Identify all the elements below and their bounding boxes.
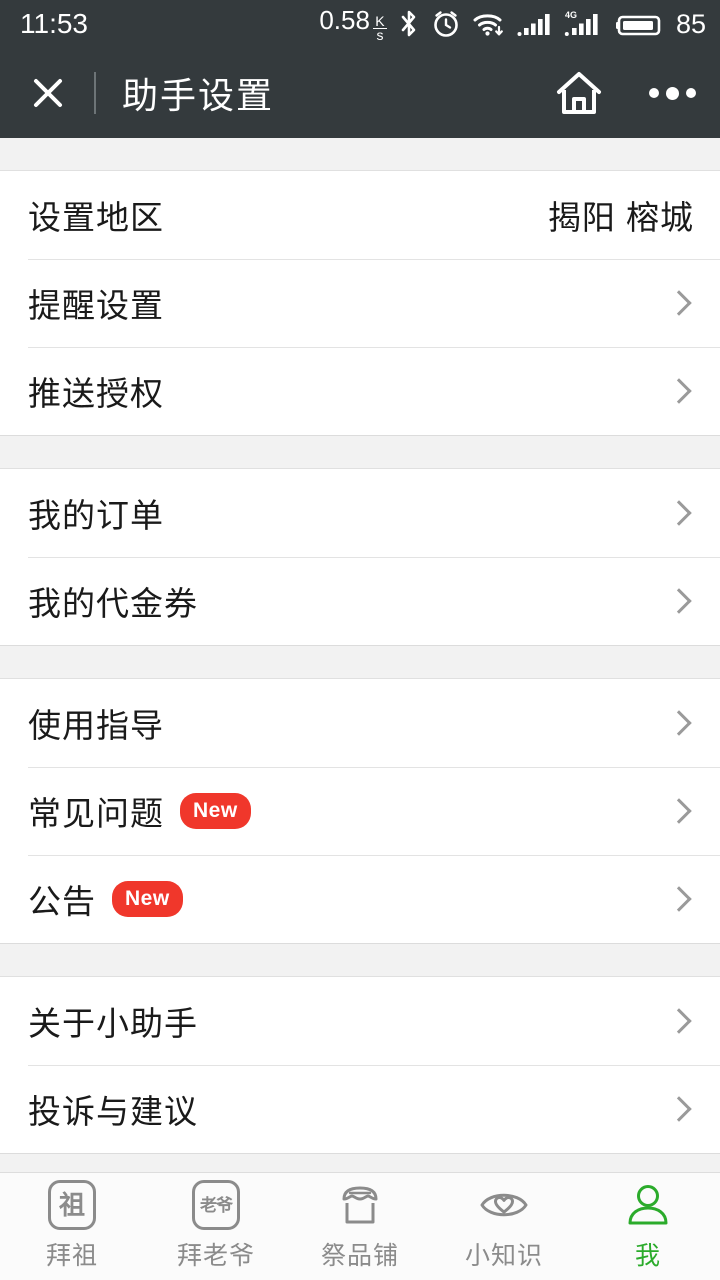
settings-row[interactable]: 使用指导	[0, 679, 720, 767]
tab-icon-wrap	[478, 1181, 530, 1229]
settings-row[interactable]: 常见问题 New	[0, 767, 720, 855]
group-spacer	[0, 138, 720, 170]
settings-group: 我的订单 我的代金券	[0, 468, 720, 646]
settings-row-right	[666, 710, 694, 736]
tab-label: 小知识	[464, 1242, 543, 1270]
settings-row[interactable]: 我的代金券	[0, 557, 720, 645]
settings-row-label: 我的代金券	[28, 585, 198, 622]
chevron-right-icon	[666, 378, 692, 404]
settings-row-label: 我的订单	[28, 497, 164, 534]
battery-icon	[615, 15, 661, 36]
title-divider	[94, 72, 96, 114]
settings-row-right	[666, 1096, 694, 1122]
status-indicators: 0.58 K s 4G 85	[319, 5, 706, 44]
settings-row-right	[666, 1008, 694, 1034]
wifi-icon	[473, 14, 503, 36]
home-icon[interactable]	[553, 67, 605, 119]
close-icon[interactable]	[26, 71, 70, 115]
group-spacer	[0, 646, 720, 678]
signal-bars-icon	[517, 14, 550, 36]
title-bar-actions	[553, 67, 698, 119]
settings-row-label: 关于小助手	[28, 1005, 198, 1042]
chevron-right-icon	[666, 1008, 692, 1034]
chevron-right-icon	[666, 886, 692, 912]
chevron-right-icon	[666, 710, 692, 736]
tab-icon-wrap	[622, 1181, 674, 1229]
group-spacer	[0, 944, 720, 976]
app-screen: 11:53 0.58 K s 4G 85 助手设置 设置地区 揭阳 榕城 提醒设…	[0, 0, 720, 1280]
signal-bars-4g-icon: 4G	[564, 10, 598, 36]
settings-row-right	[666, 500, 694, 526]
settings-row[interactable]: 公告 New	[0, 855, 720, 943]
more-options-icon[interactable]	[647, 77, 698, 110]
settings-row[interactable]: 提醒设置	[0, 259, 720, 347]
settings-row[interactable]: 投诉与建议	[0, 1065, 720, 1153]
tab-label: 我	[634, 1242, 661, 1270]
settings-row-label: 常见问题	[28, 795, 164, 832]
settings-row-right	[666, 378, 694, 404]
network-speed-unit: K s	[372, 12, 387, 43]
settings-group: 关于小助手投诉与建议	[0, 976, 720, 1154]
deity-tablet-icon: 老爷	[192, 1180, 240, 1230]
speed-unit-denominator: s	[376, 26, 384, 43]
tab-4[interactable]: 小知识	[432, 1173, 576, 1280]
bluetooth-icon	[401, 10, 416, 37]
settings-group: 使用指导常见问题 New 公告 New	[0, 678, 720, 944]
settings-row-right	[666, 886, 694, 912]
network-speed-value: 0.58	[319, 4, 370, 35]
tab-icon-wrap: 老爷	[192, 1180, 240, 1230]
settings-row-right	[666, 798, 694, 824]
settings-row[interactable]: 关于小助手	[0, 977, 720, 1065]
settings-list: 设置地区 揭阳 榕城提醒设置推送授权我的订单我的代金券使用指导常见问题 New 公告 N…	[0, 138, 720, 1154]
settings-row-label: 投诉与建议	[28, 1093, 198, 1130]
settings-row-label: 设置地区	[28, 199, 164, 236]
tab-label: 拜祖	[45, 1242, 98, 1270]
ancestor-tablet-icon: 祖	[48, 1180, 96, 1230]
tab-icon-wrap	[334, 1181, 386, 1229]
settings-row-right	[666, 290, 694, 316]
settings-row-label: 公告	[28, 883, 96, 920]
settings-row-right: 揭阳 榕城	[548, 191, 694, 239]
chevron-right-icon	[666, 290, 692, 316]
tab-3[interactable]: 祭品铺	[288, 1173, 432, 1280]
tab-label: 拜老爷	[176, 1242, 255, 1270]
settings-row-label: 提醒设置	[28, 287, 164, 324]
chevron-right-icon	[666, 588, 692, 614]
chevron-right-icon	[666, 1096, 692, 1122]
eye-heart-icon	[480, 1193, 528, 1217]
tab-5[interactable]: 我	[576, 1173, 720, 1280]
more-dot	[666, 86, 679, 100]
settings-row-value: 揭阳 榕城	[547, 199, 694, 236]
settings-row-label: 推送授权	[28, 375, 164, 412]
shop-icon	[342, 1186, 378, 1224]
alarm-clock-icon	[434, 11, 458, 37]
person-icon	[628, 1185, 668, 1225]
tab-2[interactable]: 老爷 拜老爷	[144, 1173, 288, 1280]
group-spacer	[0, 436, 720, 468]
new-badge: New	[180, 793, 251, 829]
page-title: 助手设置	[122, 75, 275, 116]
network-speed-indicator: 0.58 K s	[319, 5, 387, 44]
settings-row-right	[666, 588, 694, 614]
settings-row-label: 使用指导	[28, 707, 164, 744]
settings-row[interactable]: 推送授权	[0, 347, 720, 435]
status-bar: 11:53 0.58 K s 4G 85	[0, 0, 720, 48]
status-clock: 11:53	[20, 8, 88, 39]
settings-group: 设置地区 揭阳 榕城提醒设置推送授权	[0, 170, 720, 436]
title-bar: 助手设置	[0, 48, 720, 138]
speed-unit-numerator: K	[375, 12, 385, 29]
more-dot	[686, 88, 696, 98]
settings-row[interactable]: 设置地区 揭阳 榕城	[0, 171, 720, 259]
svg-text:4G: 4G	[565, 10, 577, 20]
chevron-right-icon	[666, 500, 692, 526]
new-badge: New	[112, 881, 183, 917]
battery-level: 85	[675, 8, 706, 39]
tab-label: 祭品铺	[320, 1242, 399, 1270]
settings-row[interactable]: 我的订单	[0, 469, 720, 557]
bottom-tab-bar: 祖拜祖 老爷 拜老爷 祭品铺 小知识我	[0, 1172, 720, 1280]
more-dot	[649, 88, 659, 98]
chevron-right-icon	[666, 798, 692, 824]
tab-icon-wrap: 祖	[48, 1180, 96, 1230]
tab-1[interactable]: 祖拜祖	[0, 1173, 144, 1280]
